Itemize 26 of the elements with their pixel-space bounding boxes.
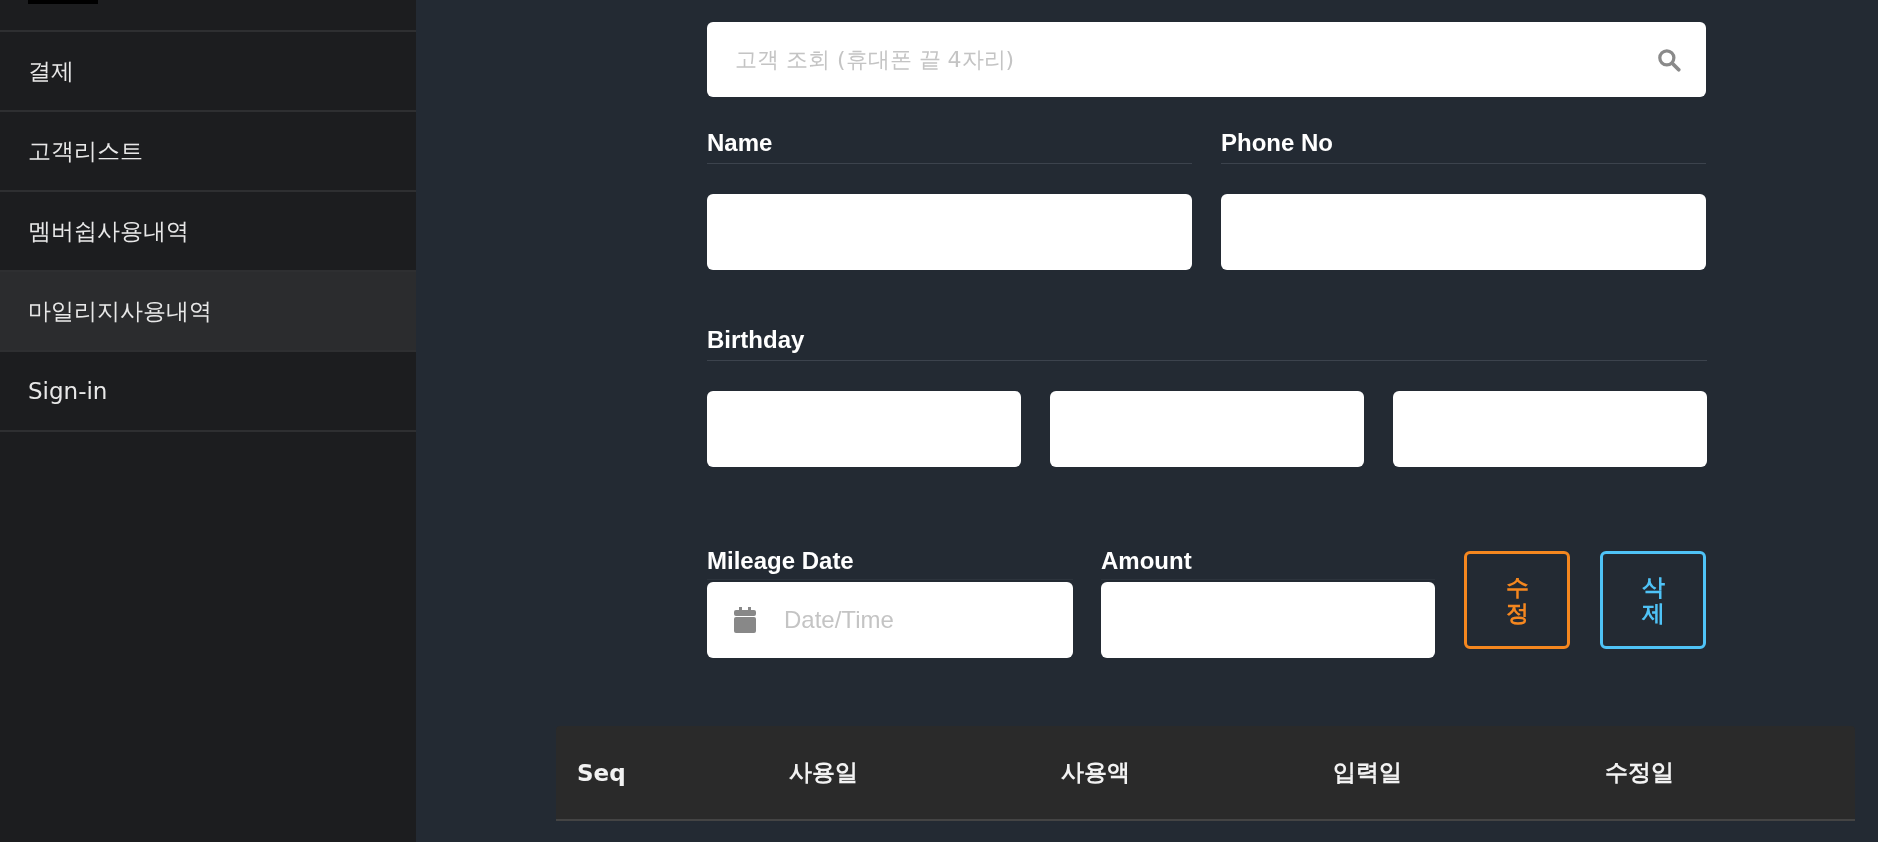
field-label: Mileage Date (707, 547, 1073, 580)
edit-button[interactable]: 수정 (1464, 551, 1570, 649)
column-header: 입력일 (1332, 758, 1402, 787)
sidebar-item[interactable]: 결제 (0, 32, 416, 112)
sidebar-item[interactable]: 고객리스트 (0, 112, 416, 192)
field-label: Amount (1101, 547, 1435, 580)
text-field[interactable] (707, 391, 1021, 467)
text-field[interactable] (1221, 194, 1706, 270)
field-label: Birthday (707, 326, 1707, 361)
column-header: 수정일 (1604, 758, 1674, 787)
sidebar-item[interactable]: 마일리지사용내역 (0, 272, 416, 352)
text-field[interactable] (1393, 391, 1707, 467)
column-header: 사용액 (1060, 758, 1130, 787)
calendar-icon (734, 607, 756, 633)
search-icon[interactable] (1656, 46, 1682, 73)
column-header: 사용일 (788, 758, 858, 787)
date-field[interactable]: Date/Time (707, 582, 1073, 658)
sidebar-item[interactable]: Sign-in (0, 352, 416, 432)
column-header: Seq (576, 759, 626, 786)
field-label: Phone No (1221, 129, 1706, 164)
delete-button[interactable]: 삭제 (1600, 551, 1706, 649)
text-field[interactable] (707, 194, 1192, 270)
amount-field[interactable] (1101, 582, 1435, 658)
text-field[interactable] (1050, 391, 1364, 467)
field-label: Name (707, 129, 1192, 164)
search-field[interactable]: 고객 조회 (휴대폰 끝 4자리) (707, 22, 1706, 97)
